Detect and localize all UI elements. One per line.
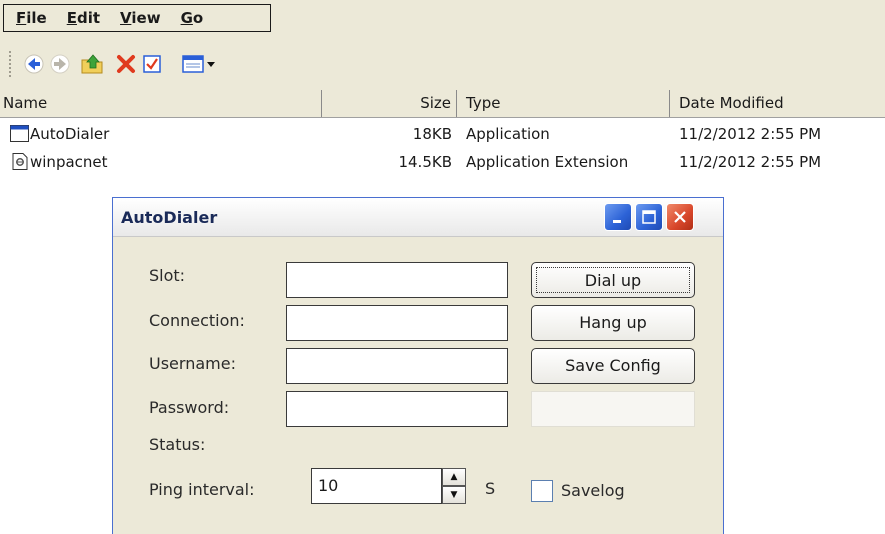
- menu-edit[interactable]: Edit: [67, 9, 100, 27]
- savelog-checkbox[interactable]: [531, 480, 553, 502]
- application-icon: [10, 125, 29, 142]
- properties-button[interactable]: [139, 51, 165, 77]
- dial-up-label: Dial up: [536, 267, 690, 293]
- minimize-icon: [613, 220, 621, 223]
- username-field[interactable]: [286, 348, 508, 384]
- ping-interval-spinner[interactable]: ▲ ▼: [442, 468, 466, 504]
- back-button[interactable]: [21, 51, 47, 77]
- file-row-winpacnet[interactable]: winpacnet 14.5KB Application Extension 1…: [0, 149, 885, 175]
- delete-icon: [117, 55, 135, 73]
- autodialer-dialog: AutoDialer Slot: Connection: Username: P…: [112, 197, 724, 534]
- menu-file[interactable]: File: [16, 9, 47, 27]
- column-header-size[interactable]: Size: [322, 90, 457, 117]
- spin-down-button[interactable]: ▼: [442, 486, 466, 504]
- column-header-date[interactable]: Date Modified: [670, 90, 885, 117]
- save-config-button[interactable]: Save Config: [531, 348, 695, 384]
- file-size: 18KB: [412, 125, 452, 143]
- seconds-unit-label: S: [485, 479, 496, 498]
- column-date-label: Date Modified: [679, 94, 784, 112]
- ping-interval-field[interactable]: 10: [311, 468, 442, 504]
- file-name: winpacnet: [30, 153, 108, 171]
- ping-interval-label: Ping interval:: [149, 480, 255, 499]
- view-menu-icon: [182, 55, 215, 73]
- spin-up-button[interactable]: ▲: [442, 468, 466, 486]
- slot-field[interactable]: [286, 262, 508, 298]
- properties-icon: [143, 55, 161, 73]
- slot-label: Slot:: [149, 266, 186, 285]
- connection-field[interactable]: [286, 305, 508, 341]
- view-menu-button[interactable]: [179, 51, 219, 77]
- menu-edit-mnemonic: E: [66, 9, 77, 27]
- file-type: Application: [466, 125, 550, 143]
- column-size-label: Size: [420, 94, 451, 112]
- spin-down-icon: ▼: [450, 490, 458, 500]
- maximize-icon: [642, 210, 656, 224]
- column-type-label: Type: [466, 94, 501, 112]
- dialog-title: AutoDialer: [121, 208, 218, 227]
- toolbar: [0, 36, 885, 90]
- file-name: AutoDialer: [30, 125, 110, 143]
- delete-button[interactable]: [113, 51, 139, 77]
- dial-up-button[interactable]: Dial up: [531, 262, 695, 298]
- maximize-button[interactable]: [635, 203, 663, 231]
- menu-edit-label: dit: [76, 9, 101, 27]
- password-field[interactable]: [286, 391, 508, 427]
- connection-label: Connection:: [149, 311, 245, 330]
- menu-view-label: iew: [131, 9, 161, 27]
- menu-file-mnemonic: F: [16, 9, 27, 27]
- list-header: Name Size Type Date Modified: [0, 90, 885, 118]
- menu-view[interactable]: View: [120, 9, 161, 27]
- password-label: Password:: [149, 398, 230, 417]
- minimize-button[interactable]: [604, 203, 632, 231]
- column-name-label: Name: [3, 94, 48, 112]
- dialog-titlebar[interactable]: AutoDialer: [113, 198, 723, 237]
- menu-go-label: o: [192, 9, 204, 27]
- menu-file-label: ile: [26, 9, 47, 27]
- menu-bar: File Edit View Go: [0, 0, 885, 36]
- forward-icon: [50, 54, 70, 74]
- status-display: [531, 391, 695, 427]
- file-row-autodialer[interactable]: AutoDialer 18KB Application 11/2/2012 2:…: [0, 121, 885, 147]
- savelog-label[interactable]: Savelog: [561, 481, 625, 500]
- close-button[interactable]: [666, 203, 694, 231]
- menu-go[interactable]: Go: [181, 9, 204, 27]
- spin-up-icon: ▲: [450, 472, 458, 482]
- column-header-type[interactable]: Type: [457, 90, 670, 117]
- menu-box: File Edit View Go: [3, 4, 271, 32]
- close-icon: [674, 211, 686, 223]
- file-date: 11/2/2012 2:55 PM: [679, 153, 822, 171]
- status-label: Status:: [149, 435, 206, 454]
- back-icon: [24, 54, 44, 74]
- file-date: 11/2/2012 2:55 PM: [679, 125, 822, 143]
- dll-file-icon: [12, 153, 28, 170]
- forward-button[interactable]: [47, 51, 73, 77]
- file-size: 14.5KB: [398, 153, 452, 171]
- up-folder-button[interactable]: [79, 51, 105, 77]
- up-folder-icon: [81, 54, 103, 74]
- toolbar-grip[interactable]: [8, 50, 12, 78]
- menu-go-mnemonic: G: [180, 9, 193, 27]
- menu-view-mnemonic: V: [120, 9, 132, 27]
- file-type: Application Extension: [466, 153, 629, 171]
- column-header-name[interactable]: Name: [0, 90, 322, 117]
- username-label: Username:: [149, 354, 236, 373]
- hang-up-button[interactable]: Hang up: [531, 305, 695, 341]
